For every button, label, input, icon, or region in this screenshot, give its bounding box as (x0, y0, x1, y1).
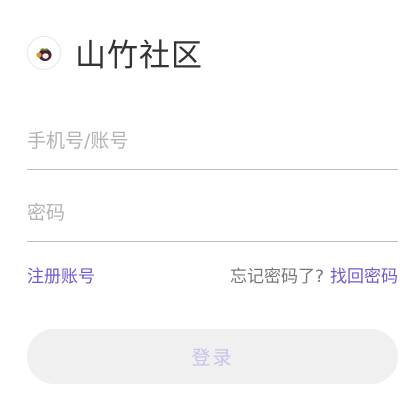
phone-account-input[interactable] (27, 121, 398, 161)
mangosteen-icon (27, 35, 61, 70)
phone-account-field[interactable] (27, 121, 398, 170)
forgot-password-row: 忘记密码了? 找回密码 (230, 262, 398, 287)
login-button[interactable]: 登录 (27, 329, 398, 384)
password-input[interactable] (27, 193, 398, 233)
account-links: 注册账号 忘记密码了? 找回密码 (27, 262, 398, 287)
app-title: 山竹社区 (75, 38, 203, 74)
forgot-password-text: 忘记密码了? (229, 267, 324, 287)
register-link[interactable]: 注册账号 (27, 262, 95, 287)
password-field[interactable] (27, 193, 398, 242)
app-header: 山竹社区 (27, 30, 203, 75)
recover-password-link[interactable]: 找回密码 (330, 262, 398, 287)
